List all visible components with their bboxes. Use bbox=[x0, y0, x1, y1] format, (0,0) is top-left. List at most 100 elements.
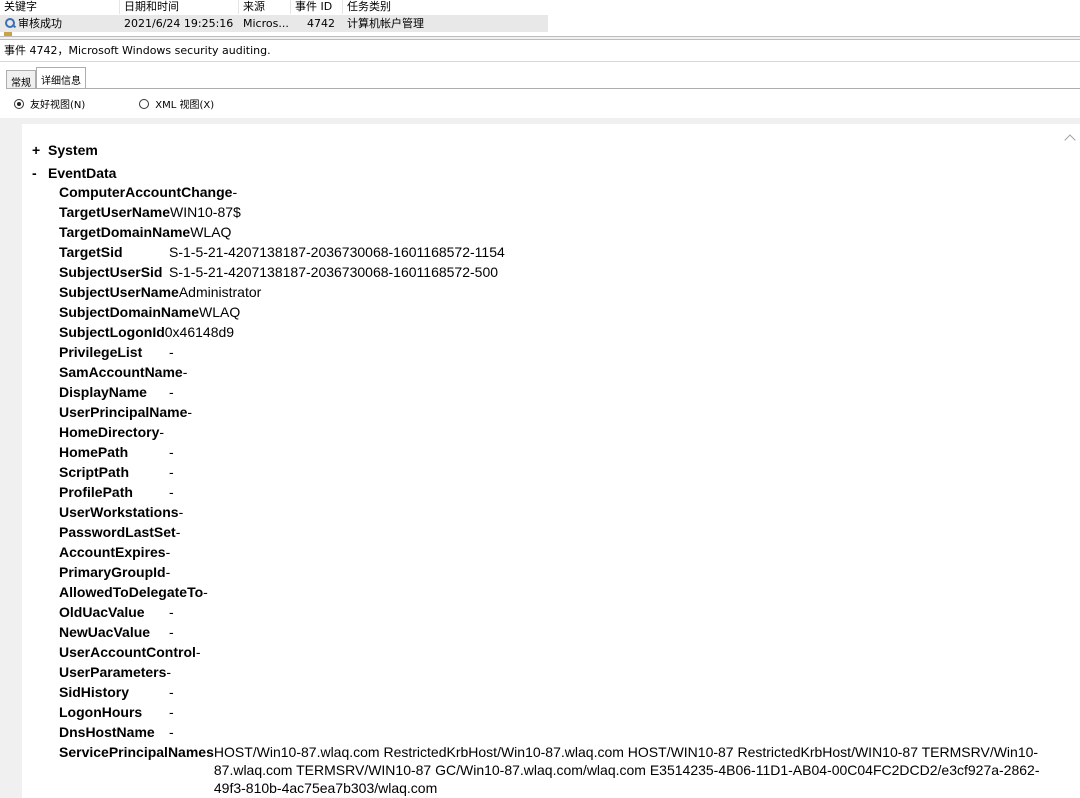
field-name: TargetDomainName bbox=[59, 224, 191, 240]
eventdata-field-row: HomePath - bbox=[59, 442, 1047, 462]
friendly-view-option[interactable]: 友好视图(N) bbox=[14, 96, 85, 111]
field-value: 0x46148d9 bbox=[164, 324, 235, 340]
field-name: HomePath bbox=[59, 444, 129, 460]
field-value: - bbox=[203, 584, 208, 600]
field-name: PasswordLastSet bbox=[59, 524, 176, 540]
tree-node-system[interactable]: + System bbox=[32, 138, 1047, 161]
detail-tabs: 常规 详细信息 bbox=[6, 67, 86, 89]
field-value: - bbox=[175, 524, 181, 540]
view-mode-radios: 友好视图(N) XML 视图(X) bbox=[14, 96, 214, 111]
friendly-view-radio[interactable] bbox=[14, 98, 24, 109]
eventdata-field-row: SubjectLogonId 0x46148d9 bbox=[59, 322, 1047, 342]
event-list-row-selected[interactable]: 审核成功 2021/6/24 19:25:16 Micros... 4742 计… bbox=[0, 15, 548, 32]
field-value: - bbox=[169, 484, 174, 500]
eventdata-field-row: NewUacValue - bbox=[59, 622, 1047, 642]
column-header-event-id[interactable]: 事件 ID bbox=[291, 0, 343, 14]
eventdata-field-row: AllowedToDelegateTo - bbox=[59, 582, 1047, 602]
cell-task-category: 计算机帐户管理 bbox=[347, 17, 424, 30]
column-header-datetime[interactable]: 日期和时间 bbox=[120, 0, 239, 14]
field-name: TargetUserName bbox=[59, 204, 171, 220]
field-value: HOST/Win10-87.wlaq.com RestrictedKrbHost… bbox=[213, 744, 1040, 796]
eventdata-field-row: SubjectUserSid S-1-5-21-4207138187-203673… bbox=[59, 262, 1047, 282]
field-name: SubjectLogonId bbox=[59, 324, 165, 340]
field-name: UserWorkstations bbox=[59, 504, 179, 520]
pane-splitter[interactable] bbox=[0, 36, 1080, 40]
xml-view-radio[interactable] bbox=[139, 98, 150, 109]
audit-success-icon bbox=[4, 17, 16, 29]
field-value: - bbox=[165, 564, 171, 580]
scroll-up-icon[interactable] bbox=[1064, 134, 1076, 146]
cell-datetime: 2021/6/24 19:25:16 bbox=[124, 17, 234, 30]
field-value: - bbox=[159, 424, 165, 440]
field-value: - bbox=[195, 644, 201, 660]
eventdata-field-row: LogonHours - bbox=[59, 702, 1047, 722]
eventdata-field-row: SamAccountName - bbox=[59, 362, 1047, 382]
field-name: ServicePrincipalNames bbox=[59, 744, 214, 760]
field-name: OldUacValue bbox=[59, 604, 145, 620]
eventdata-field-row: PasswordLastSet - bbox=[59, 522, 1047, 542]
field-value: WLAQ bbox=[190, 224, 232, 240]
field-value: - bbox=[166, 664, 172, 680]
field-value: - bbox=[169, 344, 174, 360]
eventdata-field-row: TargetSid S-1-5-21-4207138187-2036730068-… bbox=[59, 242, 1047, 262]
xml-view-option[interactable]: XML 视图(X) bbox=[139, 96, 214, 111]
field-value: - bbox=[169, 384, 174, 400]
field-name: SidHistory bbox=[59, 684, 130, 700]
field-name: PrivilegeList bbox=[59, 344, 143, 360]
field-value: - bbox=[169, 684, 174, 700]
event-detail-pane[interactable]: + System - EventData ComputerAccountChan… bbox=[22, 124, 1080, 798]
field-name: UserParameters bbox=[59, 664, 167, 680]
eventdata-field-row: ProfilePath - bbox=[59, 482, 1047, 502]
expand-icon[interactable]: + bbox=[32, 140, 48, 160]
cell-event-id: 4742 bbox=[307, 17, 335, 30]
field-value: WIN10-87$ bbox=[170, 204, 241, 220]
friendly-view-label[interactable]: 友好视图(N) bbox=[30, 96, 85, 111]
xml-view-label[interactable]: XML 视图(X) bbox=[155, 96, 214, 111]
field-name: ProfilePath bbox=[59, 484, 133, 500]
field-name: SamAccountName bbox=[59, 364, 183, 380]
field-name: UserPrincipalName bbox=[59, 404, 188, 420]
field-name: NewUacValue bbox=[59, 624, 151, 640]
field-name: SubjectUserSid bbox=[59, 264, 163, 280]
field-value: Administrator bbox=[178, 284, 262, 300]
eventdata-field-row: SubjectUserName Administrator bbox=[59, 282, 1047, 302]
field-value: - bbox=[232, 184, 238, 200]
column-header-keyword[interactable]: 关键字 bbox=[0, 0, 120, 14]
field-value: - bbox=[178, 504, 184, 520]
eventdata-field-row: HomeDirectory - bbox=[59, 422, 1047, 442]
column-header-source[interactable]: 来源 bbox=[239, 0, 291, 14]
eventdata-field-row: SubjectDomainName WLAQ bbox=[59, 302, 1047, 322]
field-value: - bbox=[169, 724, 174, 740]
eventdata-field-row: ServicePrincipalNames HOST/Win10-87.wlaq.… bbox=[59, 742, 1047, 797]
eventdata-fields: ComputerAccountChange - TargetUserName WIN1… bbox=[59, 182, 1047, 797]
field-name: LogonHours bbox=[59, 704, 143, 720]
eventdata-field-row: PrimaryGroupId - bbox=[59, 562, 1047, 582]
field-value: - bbox=[169, 604, 174, 620]
eventdata-field-row: UserPrincipalName - bbox=[59, 402, 1047, 422]
tab-details[interactable]: 详细信息 bbox=[36, 67, 86, 89]
tab-divider bbox=[6, 88, 1080, 89]
field-value: S-1-5-21-4207138187-2036730068-160116857… bbox=[169, 244, 505, 260]
collapse-icon[interactable]: - bbox=[32, 163, 48, 183]
eventdata-field-row: SidHistory - bbox=[59, 682, 1047, 702]
eventdata-field-row: TargetDomainName WLAQ bbox=[59, 222, 1047, 242]
eventdata-field-row: UserWorkstations - bbox=[59, 502, 1047, 522]
field-value: - bbox=[187, 404, 193, 420]
field-name: ScriptPath bbox=[59, 464, 130, 480]
eventdata-field-row: PrivilegeList - bbox=[59, 342, 1047, 362]
field-name: SubjectUserName bbox=[59, 284, 179, 300]
cell-keyword-text: 审核成功 bbox=[18, 17, 62, 30]
tree-node-eventdata[interactable]: - EventData bbox=[32, 161, 1047, 184]
eventdata-field-row: TargetUserName WIN10-87$ bbox=[59, 202, 1047, 222]
eventdata-field-row: ScriptPath - bbox=[59, 462, 1047, 482]
tree-node-eventdata-label: EventData bbox=[48, 164, 117, 181]
cell-source: Micros... bbox=[243, 17, 289, 30]
tab-general[interactable]: 常规 bbox=[6, 70, 36, 89]
column-header-task-category[interactable]: 任务类别 bbox=[343, 0, 548, 14]
field-value: - bbox=[182, 364, 188, 380]
event-list-header: 关键字 日期和时间 来源 事件 ID 任务类别 bbox=[0, 0, 548, 14]
field-name: TargetSid bbox=[59, 244, 123, 260]
eventdata-field-row: AccountExpires - bbox=[59, 542, 1047, 562]
field-name: AllowedToDelegateTo bbox=[59, 584, 204, 600]
field-name: ComputerAccountChange bbox=[59, 184, 233, 200]
